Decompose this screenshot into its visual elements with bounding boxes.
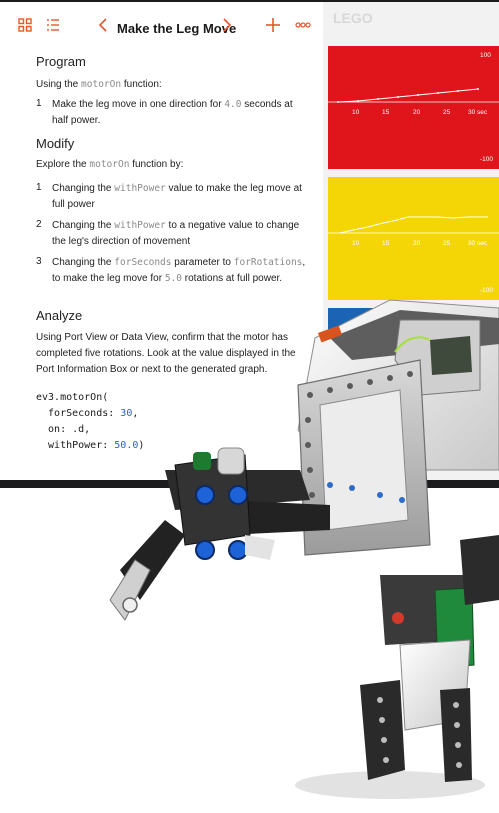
list-item: Changing the withPower to a negative val… [52, 220, 300, 247]
brand-label: LEGO [333, 10, 373, 26]
plus-icon[interactable] [266, 18, 280, 36]
code-block[interactable]: ev3.motorOn( forSeconds: 30, on: .d, wit… [36, 390, 144, 454]
list-number: 1 [36, 98, 42, 109]
motor-graph-blue[interactable] [328, 308, 499, 334]
list-item: Changing the withPower value to make the… [52, 183, 302, 210]
grid-icon[interactable] [18, 18, 32, 36]
list-item: Make the leg move in one direction for 4… [52, 99, 293, 126]
tick-label: 30 sec [468, 240, 488, 247]
tick-label: 25 [443, 109, 451, 116]
list-number: 2 [36, 219, 42, 230]
tick-label: 20 [413, 240, 421, 247]
lesson-content: Program Using the motorOn function: 1 Ma… [0, 48, 323, 480]
toolbar: Make the Leg Move [0, 2, 323, 48]
list-item: Changing the forSeconds parameter to for… [52, 257, 306, 284]
list-number: 3 [36, 256, 42, 267]
tick-label: 15 [382, 109, 390, 116]
section-heading-analyze: Analyze [36, 308, 83, 323]
axis-min-label: -100 [480, 287, 494, 294]
floor-shadow [295, 771, 485, 799]
page-title: Make the Leg Move [117, 21, 237, 36]
chevron-left-icon[interactable] [98, 18, 108, 36]
right-leg [360, 535, 499, 782]
modify-intro: Explore the motorOn function by: [36, 159, 184, 170]
app-screen: Make the Leg Move Program Using the moto… [0, 2, 499, 480]
chevron-right-icon[interactable] [222, 18, 232, 36]
tick-label: 10 [352, 240, 360, 247]
more-icon[interactable] [295, 18, 311, 36]
device-frame: Make the Leg Move Program Using the moto… [0, 0, 499, 488]
motor-graph-red[interactable]: 100 10 15 20 25 30 sec -100 [328, 46, 499, 169]
axis-max-label: 100 [480, 52, 491, 59]
motor-graph-yellow[interactable]: 10 15 20 25 30 sec -100 [328, 177, 499, 300]
section-heading-modify: Modify [36, 136, 75, 151]
list-number: 1 [36, 182, 42, 193]
section-heading-program: Program [36, 54, 86, 69]
tick-label: 30 sec [468, 109, 488, 116]
tick-label: 25 [443, 240, 451, 247]
tick-label: 20 [413, 109, 421, 116]
list-icon[interactable] [46, 18, 60, 36]
tick-label: 10 [352, 109, 360, 116]
port-view-panel: LEGO 100 10 15 20 25 30 sec -100 10 15 2… [323, 2, 499, 480]
analyze-text: Using Port View or Data View, confirm th… [36, 332, 296, 375]
program-intro: Using the motorOn function: [36, 79, 162, 90]
tick-label: 15 [382, 240, 390, 247]
axis-min-label: -100 [480, 156, 494, 163]
